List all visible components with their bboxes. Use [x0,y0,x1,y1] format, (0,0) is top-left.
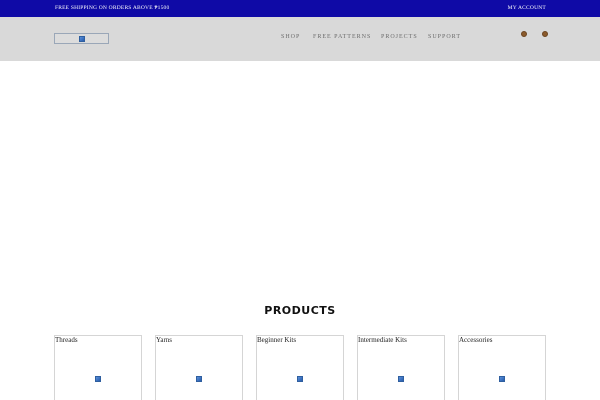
category-label: Intermediate Kits [358,336,407,344]
broken-image-icon [499,376,505,382]
broken-image-icon [95,376,101,382]
site-header: SHOP FREE PATTERNS PROJECTS SUPPORT [0,17,600,61]
nav-shop[interactable]: SHOP [281,34,300,40]
cart-icon[interactable] [542,31,548,37]
broken-image-icon [79,36,85,42]
category-card-yarns[interactable]: Yarns [155,335,243,400]
nav-projects[interactable]: PROJECTS [381,34,418,40]
shipping-notice: FREE SHIPPING ON ORDERS ABOVE ₱1500 [55,5,170,11]
category-label: Accessories [459,336,493,344]
category-label: Threads [55,336,78,344]
site-logo[interactable] [54,33,109,44]
category-card-beginner-kits[interactable]: Beginner Kits [256,335,344,400]
broken-image-icon [398,376,404,382]
my-account-link[interactable]: MY ACCOUNT [508,5,546,11]
category-label: Beginner Kits [257,336,297,344]
broken-image-icon [196,376,202,382]
category-card-accessories[interactable]: Accessories [458,335,546,400]
nav-free-patterns[interactable]: FREE PATTERNS [313,34,371,40]
category-card-intermediate-kits[interactable]: Intermediate Kits [357,335,445,400]
nav-support[interactable]: SUPPORT [428,34,461,40]
category-label: Yarns [156,336,173,344]
account-icon[interactable] [521,31,527,37]
category-card-threads[interactable]: Threads [54,335,142,400]
products-heading: PRODUCTS [264,304,336,317]
broken-image-icon [297,376,303,382]
promo-bar: FREE SHIPPING ON ORDERS ABOVE ₱1500 MY A… [0,0,600,17]
